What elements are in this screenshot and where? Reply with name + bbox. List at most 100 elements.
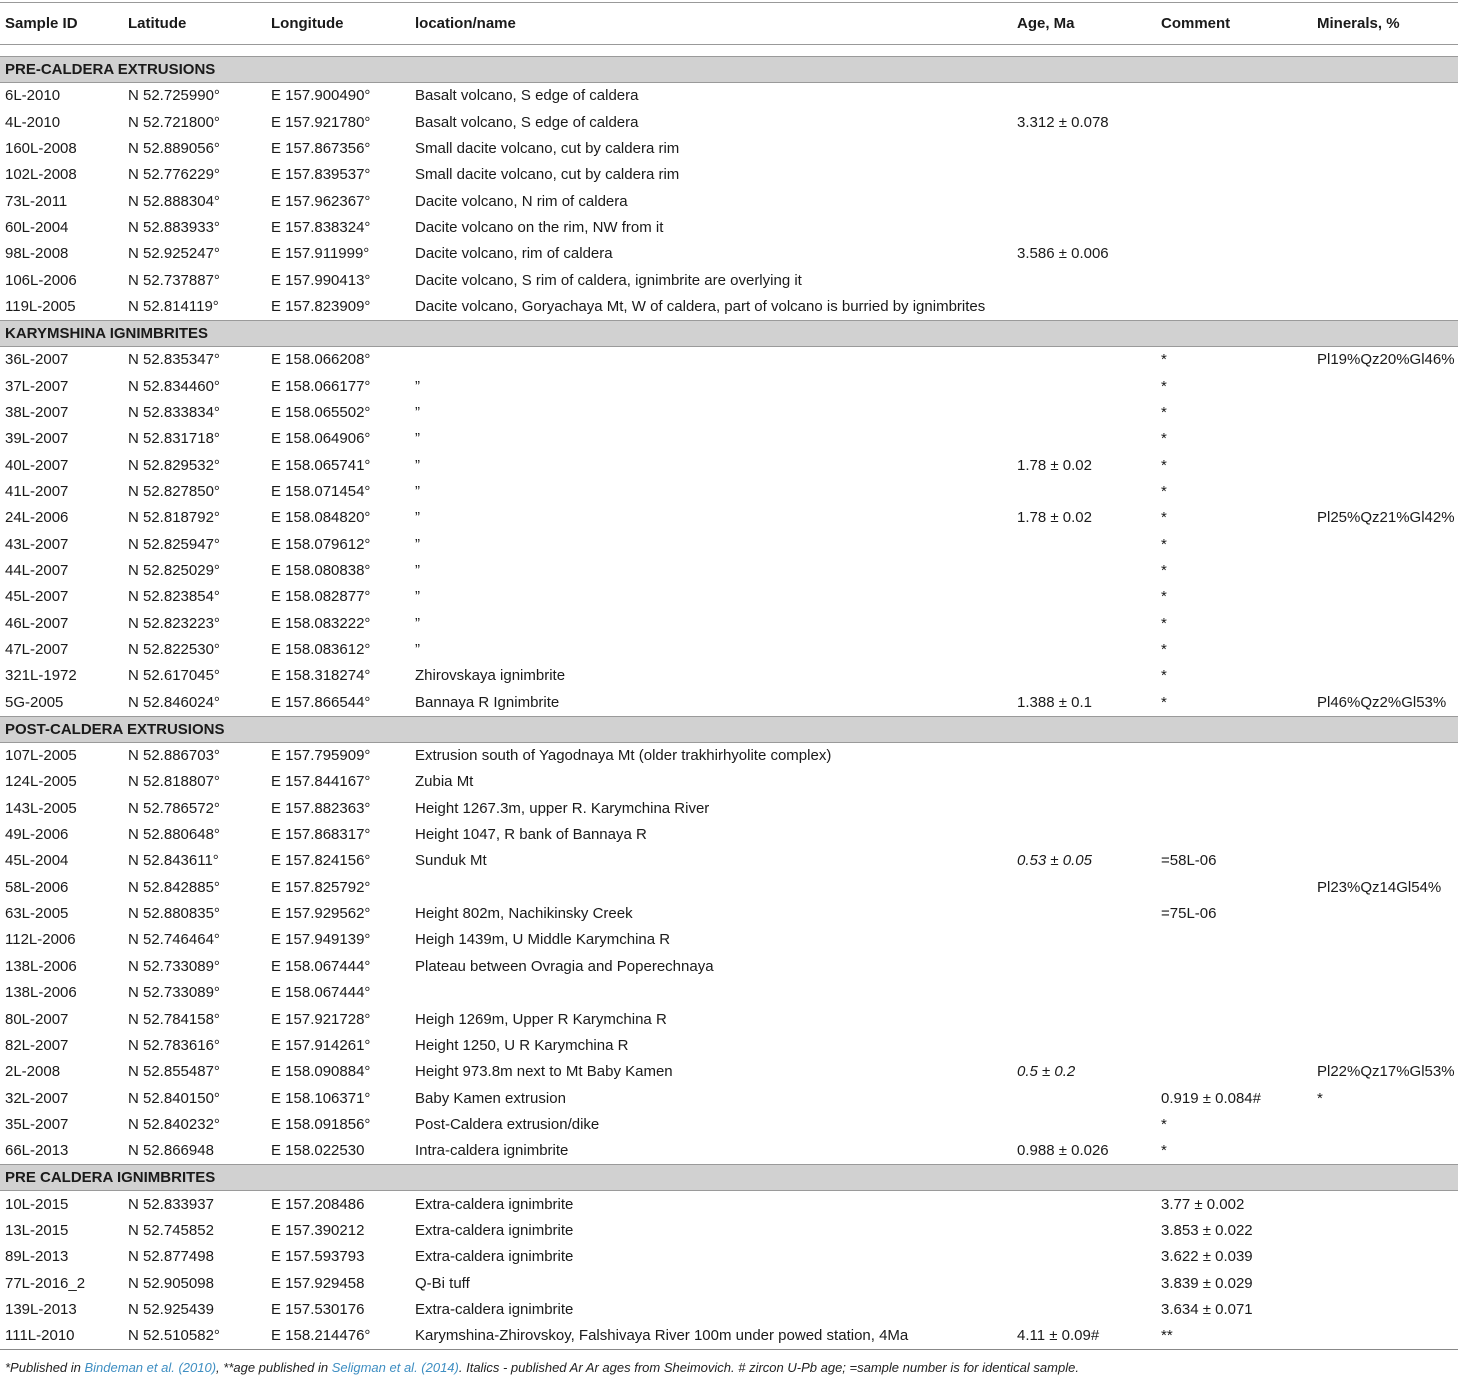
location-cell: Basalt volcano, S edge of caldera <box>415 87 639 105</box>
location-cell: Zubia Mt <box>415 773 474 791</box>
longitude-cell: E 158.084820° <box>271 509 371 527</box>
table-row: 36L-2007 N 52.835347° E 158.066208° * Pl19%Q… <box>0 347 1458 374</box>
sample-id-cell: 124L-2005 <box>5 773 77 791</box>
latitude-cell: N 52.733089° <box>128 957 220 975</box>
age-cell <box>1012 215 1156 241</box>
minerals-cell <box>1312 1191 1458 1218</box>
sample-id-cell: 40L-2007 <box>5 456 69 474</box>
samples-table: Sample ID Latitude Longitude location/na… <box>0 2 1458 1351</box>
longitude-cell: E 157.911999° <box>271 245 370 263</box>
location-cell: Sunduk Mt <box>415 852 487 870</box>
latitude-cell: N 52.833937 <box>128 1195 214 1213</box>
location-cell: Height 802m, Nachikinsky Creek <box>415 905 633 923</box>
table-row: 80L-2007 N 52.784158° E 157.921728° Heigh 1… <box>0 1006 1458 1032</box>
age-cell <box>1012 136 1156 162</box>
age-cell <box>1012 875 1156 901</box>
latitude-cell: N 52.745852 <box>128 1221 214 1239</box>
sample-id-cell: 47L-2007 <box>5 641 69 659</box>
location-cell: Height 973.8m next to Mt Baby Kamen <box>415 1063 673 1081</box>
comment-cell <box>1156 267 1312 293</box>
comment-cell: * <box>1161 351 1167 369</box>
comment-cell <box>1156 109 1312 135</box>
longitude-cell: E 158.067444° <box>271 984 371 1002</box>
table-row: 45L-2007 N 52.823854° E 158.082877° ” * <box>0 584 1458 610</box>
minerals-cell <box>1312 980 1458 1006</box>
age-cell <box>1012 1191 1156 1218</box>
table-row: 98L-2008 N 52.925247° E 157.911999° Dacite … <box>0 241 1458 267</box>
comment-cell <box>1156 769 1312 795</box>
minerals-cell <box>1312 1033 1458 1059</box>
table-row: 73L-2011 N 52.888304° E 157.962367° Dacite … <box>0 188 1458 214</box>
sample-id-cell: 107L-2005 <box>5 747 77 765</box>
sample-id-cell: 41L-2007 <box>5 482 69 500</box>
minerals-cell <box>1312 1006 1458 1032</box>
citation-link-bindeman[interactable]: Bindeman et al. (2010) <box>85 1360 217 1375</box>
table-row: 63L-2005 N 52.880835° E 157.929562° Height … <box>0 901 1458 927</box>
table-row: 37L-2007 N 52.834460° E 158.066177° ” * <box>0 373 1458 399</box>
comment-cell: * <box>1161 1115 1167 1133</box>
comment-cell <box>1156 742 1312 769</box>
location-cell: Dacite volcano, N rim of caldera <box>415 192 628 210</box>
age-cell: 1.78 ± 0.02 <box>1017 456 1092 474</box>
citation-link-seligman[interactable]: Seligman et al. (2014) <box>332 1360 459 1375</box>
table-row: 143L-2005 N 52.786572° E 157.882363° Height… <box>0 796 1458 822</box>
sample-id-cell: 321L-1972 <box>5 667 77 685</box>
sample-id-cell: 39L-2007 <box>5 430 69 448</box>
table-row: 38L-2007 N 52.833834° E 158.065502° ” * <box>0 400 1458 426</box>
table-body: PRE-CALDERA EXTRUSIONS 6L-2010 N 52.725990… <box>0 45 1458 1351</box>
location-cell: ” <box>415 509 420 527</box>
location-cell: Zhirovskaya ignimbrite <box>415 667 566 685</box>
minerals-cell: Pl19%Qz20%Gl46% <box>1317 351 1455 369</box>
table-row: 13L-2015 N 52.745852 E 157.390212 Extra-cal… <box>0 1218 1458 1244</box>
latitude-cell: N 52.737887° <box>128 271 220 289</box>
age-cell <box>1012 294 1156 321</box>
longitude-cell: E 158.022530 <box>271 1142 365 1160</box>
longitude-cell: E 157.921780° <box>271 113 371 131</box>
sample-id-cell: 143L-2005 <box>5 799 77 817</box>
location-cell: ” <box>415 377 420 395</box>
minerals-cell <box>1312 1270 1458 1296</box>
longitude-cell: E 157.929562° <box>271 905 371 923</box>
location-cell: Heigh 1269m, Upper R Karymchina R <box>415 1010 667 1028</box>
location-cell: Dacite volcano, Goryachaya Mt, W of cald… <box>415 297 986 315</box>
comment-cell <box>1156 188 1312 214</box>
sample-id-cell: 139L-2013 <box>5 1300 77 1318</box>
sample-id-cell: 37L-2007 <box>5 377 69 395</box>
table-row: 43L-2007 N 52.825947° E 158.079612° ” * <box>0 532 1458 558</box>
comment-cell: * <box>1161 641 1167 659</box>
longitude-cell: E 157.900490° <box>271 87 371 105</box>
location-cell: ” <box>415 482 420 500</box>
minerals-cell <box>1312 1244 1458 1270</box>
location-cell: Small dacite volcano, cut by caldera rim <box>415 166 680 184</box>
table-row: 10L-2015 N 52.833937 E 157.208486 Extra-cal… <box>0 1191 1458 1218</box>
comment-cell <box>1156 1059 1312 1085</box>
latitude-cell: N 52.617045° <box>128 667 220 685</box>
latitude-cell: N 52.725990° <box>128 87 220 105</box>
table-footnote: *Published in Bindeman et al. (2010), **… <box>5 1360 1079 1375</box>
minerals-cell <box>1312 188 1458 214</box>
sample-id-cell: 102L-2008 <box>5 166 77 184</box>
table-row: 47L-2007 N 52.822530° E 158.083612° ” * <box>0 637 1458 663</box>
location-cell: Dacite volcano, S rim of caldera, ignimb… <box>415 271 802 289</box>
minerals-cell <box>1312 241 1458 267</box>
comment-cell: * <box>1161 430 1167 448</box>
sample-id-cell: 73L-2011 <box>5 192 68 210</box>
age-cell: 3.586 ± 0.006 <box>1017 245 1109 263</box>
sample-id-cell: 60L-2004 <box>5 218 69 236</box>
column-header-sample-id: Sample ID <box>0 2 123 45</box>
footnote-text-2: , **age published in <box>216 1360 332 1375</box>
table-row: 60L-2004 N 52.883933° E 157.838324° Dacite … <box>0 215 1458 241</box>
minerals-cell <box>1312 1112 1458 1138</box>
longitude-cell: E 158.080838° <box>271 562 371 580</box>
age-cell <box>1012 373 1156 399</box>
table-row: 160L-2008 N 52.889056° E 157.867356° Small … <box>0 136 1458 162</box>
table-row: 2L-2008 N 52.855487° E 158.090884° Height 9… <box>0 1059 1458 1085</box>
age-cell <box>1012 663 1156 689</box>
comment-cell: ** <box>1156 1323 1312 1351</box>
longitude-cell: E 157.530176 <box>271 1300 365 1318</box>
age-cell <box>1012 83 1156 110</box>
location-cell: Extra-caldera ignimbrite <box>415 1248 574 1266</box>
minerals-cell <box>1312 426 1458 452</box>
comment-cell: * <box>1161 509 1167 527</box>
minerals-cell <box>1312 162 1458 188</box>
